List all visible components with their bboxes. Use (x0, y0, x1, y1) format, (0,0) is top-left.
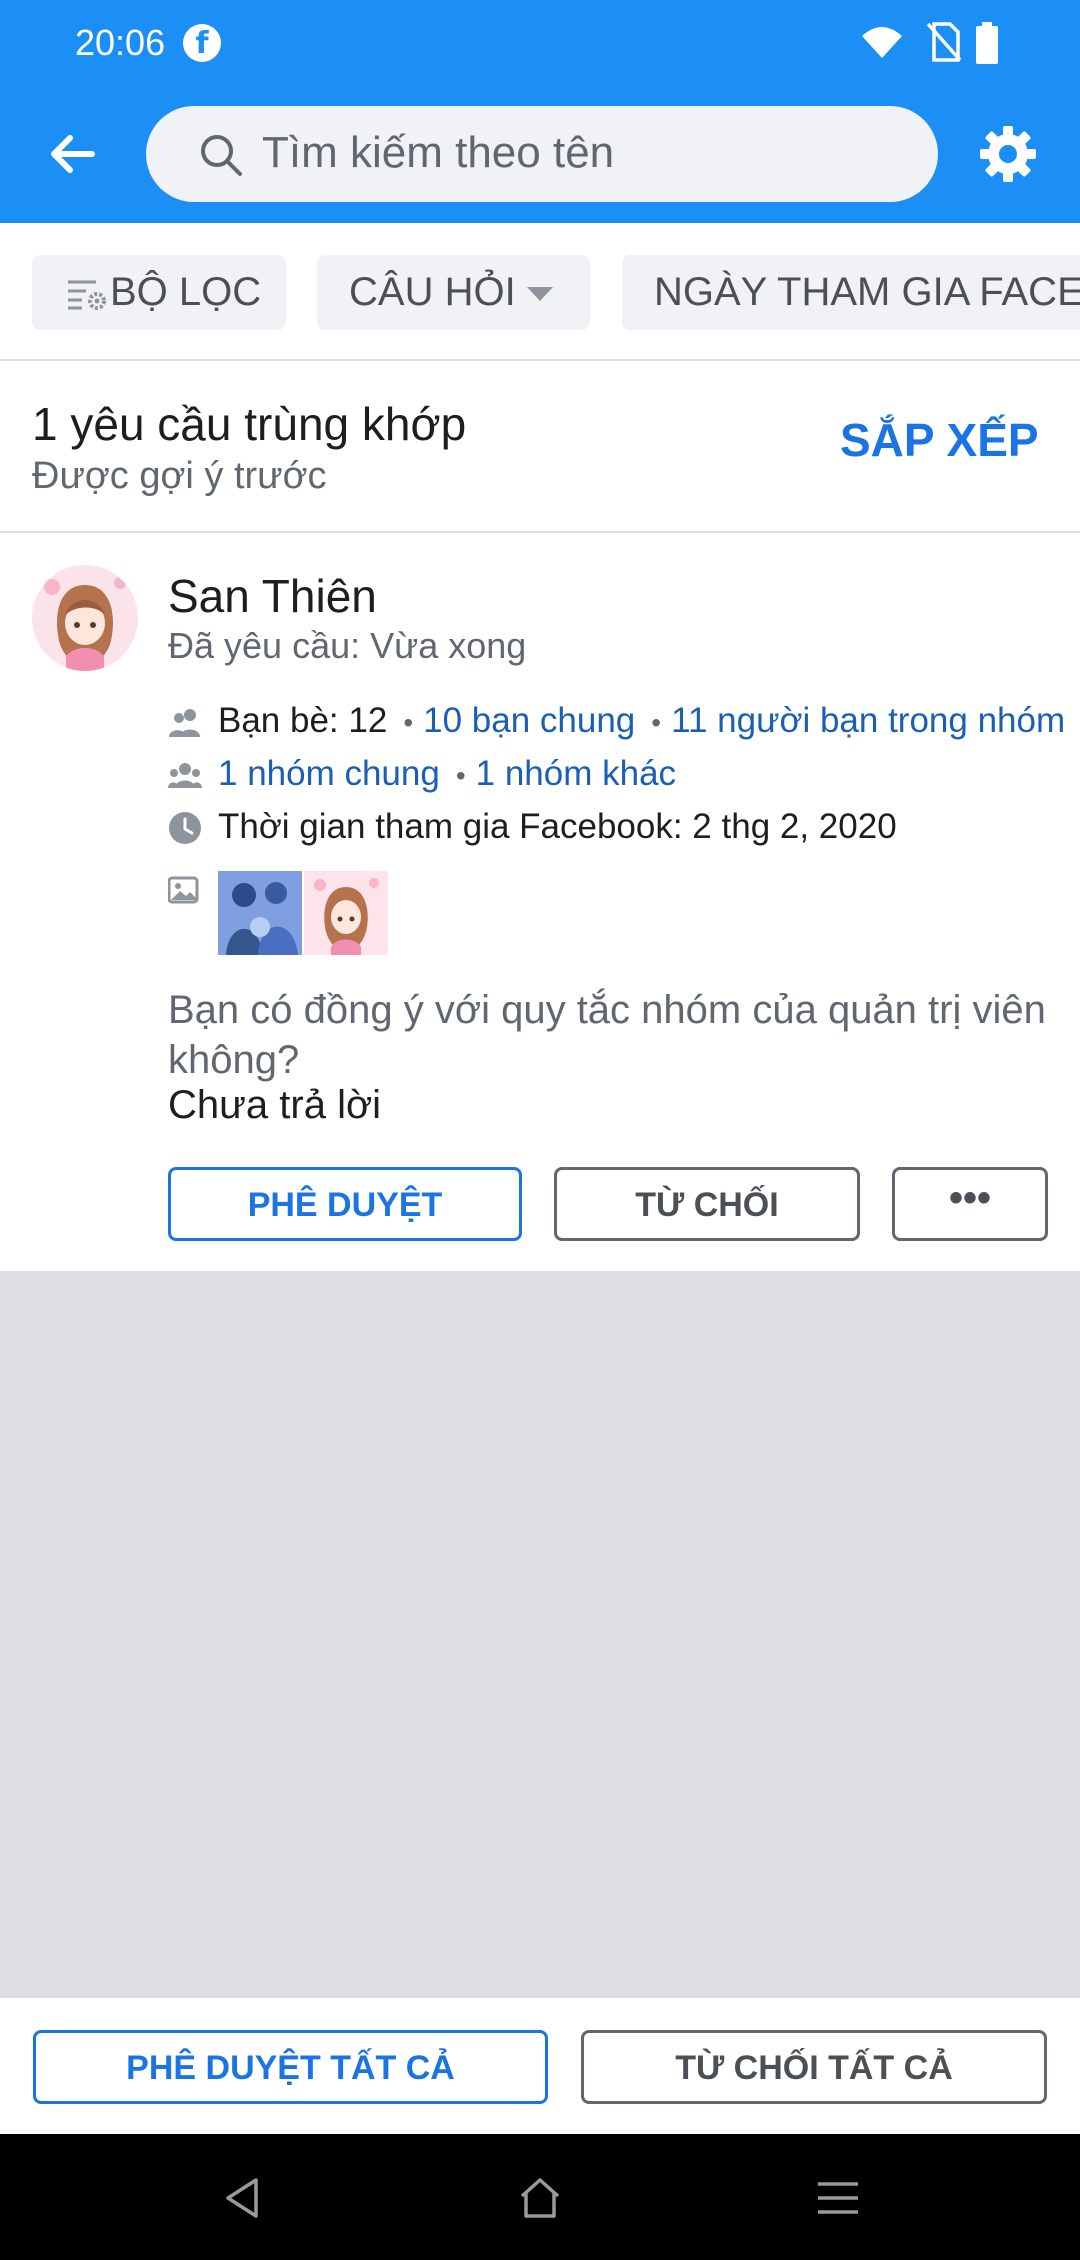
filter-icon (68, 280, 106, 310)
member-request-card: San Thiên Đã yêu cầu: Vừa xong Bạn bè: 1… (0, 533, 1080, 1273)
status-bar: 20:06 f (0, 0, 1080, 90)
friends-icon (169, 709, 200, 737)
clock-icon (169, 812, 201, 844)
question-chip-label: CÂU HỎI (349, 270, 516, 314)
system-nav-bar (0, 2134, 1080, 2260)
empty-area (0, 1273, 1080, 1996)
search-icon (201, 135, 242, 176)
photo-thumbnail[interactable] (218, 871, 302, 955)
nav-menu-icon[interactable] (816, 2178, 860, 2218)
sort-button[interactable]: SẮP XẾP (840, 413, 1039, 467)
results-count: 1 yêu cầu trùng khớp (32, 398, 467, 450)
search-placeholder: Tìm kiếm theo tên (262, 128, 615, 177)
membership-answer: Chưa trả lời (168, 1083, 382, 1127)
back-arrow-icon[interactable] (46, 128, 98, 180)
joined-facebook-text: Thời gian tham gia Facebook: 2 thg 2, 20… (218, 807, 897, 846)
filter-bar: BỘ LỌC CÂU HỎI NGÀY THAM GIA FACE (0, 223, 1080, 361)
mutual-groups-link[interactable]: 1 nhóm chung (218, 754, 440, 793)
decline-all-button[interactable]: TỪ CHỐI TẤT CẢ (581, 2030, 1047, 2104)
app-header: 20:06 f Tìm kiếm theo tên (0, 0, 1080, 223)
avatar[interactable] (32, 565, 138, 671)
nav-back-icon[interactable] (222, 2176, 262, 2220)
join-date-chip[interactable]: NGÀY THAM GIA FACE (622, 255, 1080, 330)
approve-button[interactable]: PHÊ DUYỆT (168, 1167, 522, 1241)
question-chip[interactable]: CÂU HỎI (317, 255, 590, 330)
status-time: 20:06 (75, 22, 166, 63)
caret-down-icon (527, 287, 553, 301)
nav-home-icon[interactable] (516, 2174, 564, 2222)
friends-in-group-link[interactable]: 11 người bạn trong nhóm (671, 701, 1065, 740)
no-sim-icon (926, 22, 962, 62)
battery-icon (976, 22, 998, 64)
decline-button[interactable]: TỪ CHỐI (554, 1167, 860, 1241)
wifi-icon (862, 27, 902, 58)
requester-name[interactable]: San Thiên (168, 569, 377, 623)
filter-chip-label: BỘ LỌC (110, 270, 262, 314)
gear-icon[interactable] (976, 122, 1040, 186)
more-options-button[interactable]: ••• (892, 1167, 1048, 1241)
photos-icon (168, 876, 199, 904)
other-groups-link[interactable]: 1 nhóm khác (476, 754, 676, 793)
join-date-chip-label: NGÀY THAM GIA FACE (654, 270, 1080, 314)
mutual-friends-link[interactable]: 10 bạn chung (423, 701, 635, 740)
approve-all-button[interactable]: PHÊ DUYỆT TẤT CẢ (33, 2030, 548, 2104)
results-header: 1 yêu cầu trùng khớp Được gợi ý trước SẮ… (0, 361, 1080, 533)
search-input[interactable]: Tìm kiếm theo tên (146, 106, 938, 202)
photo-thumbnail[interactable] (304, 871, 388, 955)
groups-icon (168, 763, 202, 788)
facebook-icon: f (183, 24, 221, 62)
filter-chip[interactable]: BỘ LỌC (32, 255, 286, 330)
bulk-actions-bar: PHÊ DUYỆT TẤT CẢ TỪ CHỐI TẤT CẢ (0, 1996, 1080, 2134)
requested-time: Đã yêu cầu: Vừa xong (168, 625, 527, 666)
results-subtitle: Được gợi ý trước (32, 455, 327, 497)
membership-question: Bạn có đồng ý với quy tắc nhóm của quản … (168, 988, 1046, 1082)
friends-count: Bạn bè: 12 (218, 701, 388, 740)
